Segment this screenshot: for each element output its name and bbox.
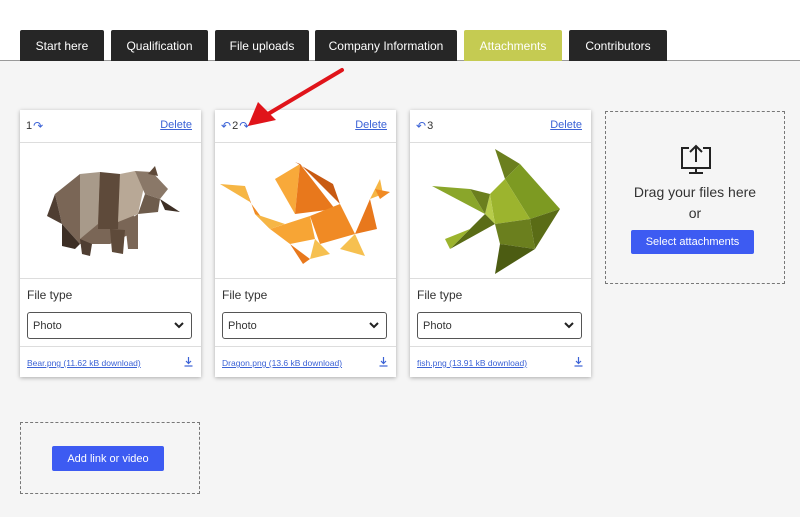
download-icon[interactable] [573, 356, 584, 367]
order-number: 1 [26, 120, 33, 132]
tab-attachments[interactable]: Attachments [464, 30, 562, 61]
attachment-card-dragon: ↶ 2 ↷ Delete File type Photo Dragon.png … [215, 110, 396, 377]
download-link[interactable]: Dragon.png (13.6 kB download) [222, 358, 342, 368]
move-left-icon[interactable]: ↶ [416, 120, 426, 132]
card-footer: fish.png (13.91 kB download) [410, 346, 591, 377]
chevron-down-icon [369, 322, 379, 329]
file-type-select[interactable]: Photo [27, 312, 192, 339]
annotation-arrow-icon [248, 68, 344, 126]
delete-link[interactable]: Delete [550, 119, 582, 131]
file-type-label: File type [417, 288, 463, 302]
file-type-select[interactable]: Photo [222, 312, 387, 339]
file-type-select[interactable]: Photo [417, 312, 582, 339]
order-number: 3 [427, 120, 434, 132]
move-left-icon[interactable]: ↶ [221, 120, 231, 132]
download-link[interactable]: fish.png (13.91 kB download) [417, 358, 527, 368]
dropzone-text: Drag your files here or [606, 182, 784, 224]
file-type-value: Photo [423, 319, 452, 332]
tab-file-uploads[interactable]: File uploads [215, 30, 309, 61]
download-icon[interactable] [183, 356, 194, 367]
card-footer: Dragon.png (13.6 kB download) [215, 346, 396, 377]
attachment-card-bear: 1 ↷ Delete File type Photo Bear.png (11.… [20, 110, 201, 377]
card-header: ↶ 3 Delete [410, 110, 591, 143]
download-icon[interactable] [378, 356, 389, 367]
file-type-value: Photo [228, 319, 257, 332]
tab-contributors[interactable]: Contributors [569, 30, 667, 61]
dragon-image [215, 144, 396, 279]
tab-company-information[interactable]: Company Information [315, 30, 457, 61]
file-type-value: Photo [33, 319, 62, 332]
file-type-label: File type [222, 288, 268, 302]
tab-start-here[interactable]: Start here [20, 30, 104, 61]
delete-link[interactable]: Delete [160, 119, 192, 131]
file-type-label: File type [27, 288, 73, 302]
add-link-or-video-button[interactable]: Add link or video [52, 446, 164, 471]
tab-bar: Start here Qualification File uploads Co… [0, 0, 800, 61]
move-right-icon[interactable]: ↷ [33, 120, 43, 132]
file-dropzone[interactable]: Drag your files here or Select attachmen… [605, 111, 785, 284]
fish-image [410, 144, 591, 279]
card-header: 1 ↷ Delete [20, 110, 201, 143]
dropzone-line-2: or [688, 205, 702, 221]
attachment-card-fish: ↶ 3 Delete File type Photo fish.png (13.… [410, 110, 591, 377]
link-video-zone: Add link or video [20, 422, 200, 494]
chevron-down-icon [174, 322, 184, 329]
delete-link[interactable]: Delete [355, 119, 387, 131]
card-footer: Bear.png (11.62 kB download) [20, 346, 201, 377]
select-attachments-button[interactable]: Select attachments [631, 230, 754, 254]
upload-monitor-icon [681, 144, 711, 174]
tab-qualification[interactable]: Qualification [111, 30, 208, 61]
order-control: ↶ 3 [416, 120, 433, 132]
order-number: 2 [232, 120, 239, 132]
chevron-down-icon [564, 322, 574, 329]
bear-image [20, 144, 201, 279]
download-link[interactable]: Bear.png (11.62 kB download) [27, 358, 141, 368]
order-control: 1 ↷ [26, 120, 43, 132]
dropzone-line-1: Drag your files here [633, 184, 757, 200]
